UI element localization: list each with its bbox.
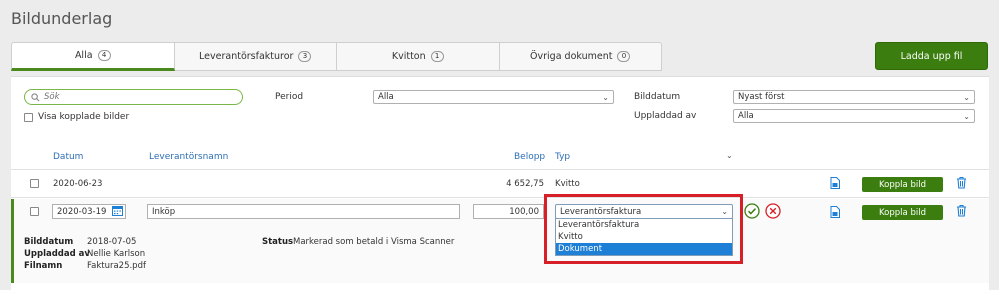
column-amount[interactable]: Belopp (514, 152, 545, 162)
show-linked-label: Visa kopplade bilder (38, 112, 130, 122)
image-date-select[interactable]: Nyast först ⌄ (733, 90, 975, 104)
search-input[interactable] (44, 92, 224, 102)
period-select-value: Alla (378, 92, 394, 102)
chevron-down-icon[interactable]: ⌄ (726, 151, 733, 160)
tab-supplier-invoices[interactable]: Leverantörsfakturor 3 (174, 42, 337, 71)
cancel-x-icon[interactable] (765, 203, 781, 219)
divider (11, 197, 989, 198)
image-file-icon[interactable] (830, 206, 840, 218)
uploaded-by-select-value: Alla (738, 111, 754, 121)
tab-receipts-count: 1 (430, 51, 444, 62)
period-select[interactable]: Alla ⌄ (373, 90, 614, 104)
tab-all[interactable]: Alla 4 (11, 42, 175, 71)
period-label: Period (275, 92, 304, 102)
tab-all-label: Alla (74, 50, 93, 61)
detail-uploaded-by-label: Uppladdad av (24, 249, 90, 259)
amount-input-value: 100,00 (509, 206, 539, 217)
chevron-down-icon: ⌄ (963, 111, 970, 121)
link-image-button[interactable]: Koppla bild (862, 177, 943, 192)
calendar-icon[interactable] (112, 205, 123, 216)
show-linked-option: Visa kopplade bilder (24, 112, 129, 122)
show-linked-checkbox[interactable] (24, 112, 33, 122)
detail-status-value: Markerad som betald i Visma Scanner (293, 237, 455, 247)
upload-file-button[interactable]: Ladda upp fil (875, 42, 988, 70)
tab-other-documents-label: Övriga dokument (530, 51, 613, 62)
image-file-icon[interactable] (830, 177, 840, 189)
detail-filename-value: Faktura25.pdf (87, 261, 146, 271)
detail-image-date-label: Bilddatum (24, 237, 74, 247)
tab-supplier-invoices-count: 3 (298, 51, 312, 62)
tab-all-count: 4 (97, 50, 111, 61)
column-date[interactable]: Datum (53, 152, 83, 162)
trash-icon[interactable] (956, 204, 967, 217)
chevron-down-icon: ⌄ (963, 92, 970, 102)
amount-input[interactable]: 100,00 (473, 204, 544, 219)
row-date: 2020-06-23 (53, 179, 103, 189)
image-date-select-value: Nyast först (738, 92, 785, 102)
tab-receipts-label: Kvitton (391, 51, 426, 62)
tab-other-documents-count: 0 (617, 51, 631, 62)
tab-other-documents[interactable]: Övriga dokument 0 (499, 42, 662, 71)
page-title: Bildunderlag (11, 9, 113, 28)
row-amount: 4 652,75 (506, 179, 544, 189)
tab-bar: Alla 4 Leverantörsfakturor 3 Kvitton 1 Övri… (11, 42, 662, 71)
uploaded-by-select[interactable]: Alla ⌄ (733, 109, 975, 123)
tab-receipts[interactable]: Kvitton 1 (337, 42, 500, 71)
confirm-check-icon[interactable] (744, 203, 760, 219)
date-input-value: 2020-03-19 (57, 206, 107, 217)
column-supplier[interactable]: Leverantörsnamn (149, 152, 228, 162)
column-type[interactable]: Typ (555, 152, 570, 162)
row-checkbox[interactable] (30, 179, 39, 188)
detail-image-date-value: 2018-07-05 (87, 237, 137, 247)
link-image-button[interactable]: Koppla bild (862, 205, 943, 220)
search-icon (31, 92, 40, 101)
row-type: Kvitto (555, 179, 580, 189)
divider (11, 169, 989, 170)
detail-status-label: Status (262, 237, 294, 247)
image-date-label: Bilddatum (634, 92, 681, 102)
detail-filename-label: Filnamn (24, 261, 63, 271)
supplier-input[interactable]: Inköp (147, 204, 460, 219)
highlight-box (544, 194, 743, 264)
tab-supplier-invoices-label: Leverantörsfakturor (199, 51, 294, 62)
edit-row-checkbox[interactable] (30, 207, 39, 216)
supplier-input-value: Inköp (152, 206, 176, 217)
trash-icon[interactable] (956, 176, 967, 189)
chevron-down-icon: ⌄ (602, 92, 609, 102)
detail-uploaded-by-value: Nellie Karlson (87, 249, 146, 259)
search-field[interactable] (24, 89, 243, 105)
uploaded-by-label: Uppladdad av (634, 111, 697, 121)
